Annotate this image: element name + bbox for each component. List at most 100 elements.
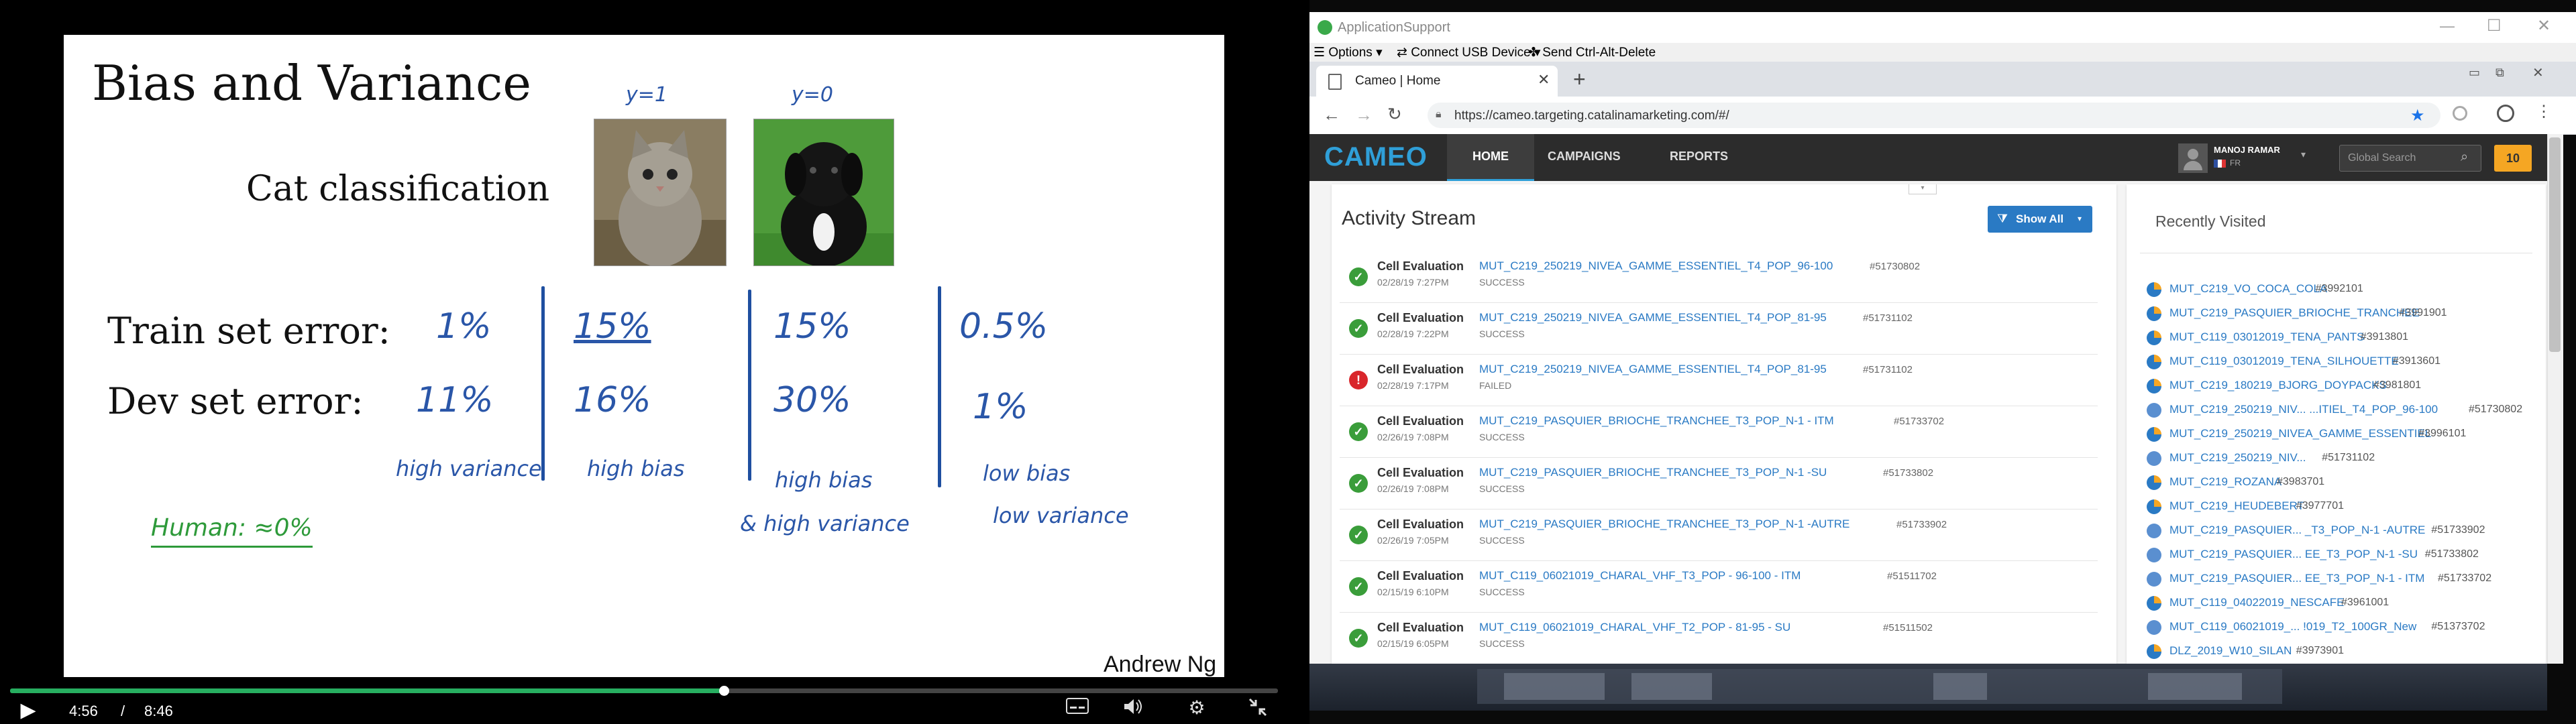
browser-menu-icon[interactable]: ⋮ [2536,102,2552,121]
nav-campaigns[interactable]: CAMPAIGNS [1548,149,1621,164]
reload-icon[interactable]: ↻ [1387,104,1402,125]
activity-date: 02/15/19 6:05PM [1377,638,1449,649]
user-avatar[interactable] [2178,143,2208,173]
recent-item-link[interactable]: MUT_C119_03012019_TENA_SILHOUETTE [2169,355,2399,368]
recent-item-link[interactable]: MUT_C219_PASQUIER... EE_T3_POP_N-1 -SU [2169,548,2418,561]
window-minimize-icon[interactable]: ▭ [2469,66,2480,80]
settings-gear-icon[interactable]: ⚙ [1183,697,1210,721]
volume-icon[interactable] [1120,697,1147,721]
back-icon[interactable]: ← [1323,105,1340,125]
scrollbar-thumb[interactable] [2549,137,2561,352]
recent-item-id: #51731102 [2322,452,2375,463]
user-name: MANOJ RAMAR [2214,145,2280,155]
activity-link[interactable]: MUT_C119_06021019_CHARAL_VHF_T2_POP - 81… [1479,621,1790,634]
recent-item-link[interactable]: MUT_C219_250219_NIV... ...ITIEL_T4_POP_9… [2169,403,2438,416]
extension-icon[interactable] [2453,106,2467,121]
activity-link[interactable]: MUT_C119_06021019_CHARAL_VHF_T3_POP - 96… [1479,569,1801,583]
progress-handle[interactable] [718,686,729,696]
label-y0: y=0 [792,83,833,107]
window-close-icon[interactable]: ✕ [2532,64,2544,81]
forward-icon[interactable]: → [1355,105,1373,125]
recent-item-link[interactable]: MUT_C219_HEUDEBERT [2169,499,2304,513]
recent-item-link[interactable]: MUT_C219_PASQUIER... EE_T3_POP_N-1 - ITM [2169,572,2424,585]
menu-ctrl-alt-delete[interactable]: ✤ Send Ctrl-Alt-Delete [1528,45,1656,60]
activity-row: ✓ Cell Evaluation MUT_C219_250219_NIVEA_GA… [1340,303,2098,355]
diagnosis-label: high bias [775,467,873,493]
show-all-button[interactable]: ⧩ Show All ▾ [1988,206,2092,233]
success-check-icon: ✓ [1349,267,1368,286]
recent-item-link[interactable]: MUT_C219_PASQUIER... _T3_POP_N-1 -AUTRE [2169,524,2425,537]
success-check-icon: ✓ [1349,577,1368,596]
recent-item-id: #51733902 [2431,524,2485,536]
nav-reports[interactable]: REPORTS [1670,149,1728,164]
activity-type: Cell Evaluation [1377,311,1464,324]
new-tab-icon[interactable]: + [1573,67,1586,92]
recent-item-link[interactable]: MUT_C219_250219_NIVEA_GAMME_ESSENTIEL [2169,427,2431,440]
minimize-icon[interactable]: — [2440,17,2455,35]
activity-date: 02/26/19 7:05PM [1377,535,1449,546]
exit-fullscreen-icon[interactable] [1244,697,1271,721]
row-label-dev: Dev set error: [107,380,364,422]
cell-blocked-icon [2147,548,2161,562]
window-restore-icon[interactable]: ⧉ [2496,66,2504,80]
nav-home[interactable]: HOME [1447,134,1534,181]
play-icon[interactable]: ▶ [15,699,42,723]
recent-item-link[interactable]: MUT_C219_VO_COCA_COLA [2169,282,2327,296]
campaign-pie-icon [2147,596,2161,611]
url-text: https://cameo.targeting.catalinamarketin… [1454,109,1729,123]
recent-item-link[interactable]: MUT_C219_180219_BJORG_DOYPACKS [2169,379,2387,392]
address-bar[interactable]: 🔒︎ https://cameo.targeting.catalinamarke… [1428,103,2440,128]
activity-row: ✓ Cell Evaluation MUT_C219_PASQUIER_BRIOCH… [1340,458,2098,509]
recent-item-link[interactable]: MUT_C119_04022019_NESCAFE [2169,596,2345,609]
column-divider [938,286,941,487]
recent-item-link[interactable]: MUT_C219_250219_NIV... [2169,451,2306,465]
app-menubar: ☰ Options ▾ ⇄ Connect USB Device ▾ ✤ Sen… [1309,43,2576,62]
activity-row: ✓ Cell Evaluation MUT_C219_PASQUIER_BRIOCH… [1340,509,2098,561]
recent-item-link[interactable]: DLZ_2019_W10_SILAN [2169,644,2292,658]
activity-type: Cell Evaluation [1377,363,1464,376]
cell-blocked-icon [2147,620,2161,635]
menu-usb[interactable]: ⇄ Connect USB Device ▾ [1397,45,1541,60]
close-icon[interactable]: ✕ [2537,16,2551,36]
activity-type: Cell Evaluation [1377,518,1464,531]
activity-link[interactable]: MUT_C219_PASQUIER_BRIOCHE_TRANCHEE_T3_PO… [1479,518,1849,531]
recent-item-link[interactable]: MUT_C119_06021019_... !019_T2_100GR_New [2169,620,2416,634]
activity-link[interactable]: MUT_C219_250219_NIVEA_GAMME_ESSENTIEL_T4… [1479,311,1827,324]
search-icon[interactable]: ⌕ [2461,149,2468,165]
browser-tab[interactable]: Cameo | Home ✕ [1316,66,1558,97]
cameo-logo: CAMEO [1324,142,1428,172]
activity-type: Cell Evaluation [1377,621,1464,634]
activity-link[interactable]: MUT_C219_PASQUIER_BRIOCHE_TRANCHEE_T3_PO… [1479,466,1827,479]
maximize-icon[interactable]: ☐ [2487,16,2502,36]
activity-type: Cell Evaluation [1377,569,1464,583]
dev-error-value: 16% [574,380,651,420]
activity-status: SUCCESS [1479,638,1525,649]
recent-item-link[interactable]: MUT_C219_PASQUIER_BRIOCHE_TRANCHEE [2169,306,2420,320]
collapse-chevron-icon[interactable]: ▾ [1909,184,1937,194]
activity-link[interactable]: MUT_C219_PASQUIER_BRIOCHE_TRANCHEE_T3_PO… [1479,414,1834,428]
cell-blocked-icon [2147,524,2161,538]
menu-options[interactable]: ☰ Options ▾ [1313,45,1383,60]
recent-item-link[interactable]: MUT_C219_ROZANA [2169,475,2282,489]
captions-icon[interactable] [1064,697,1091,721]
campaign-pie-icon [2147,499,2161,514]
recent-item-link[interactable]: MUT_C119_03012019_TENA_PANTS [2169,330,2364,344]
profile-icon[interactable] [2497,105,2514,122]
diagnosis-label-line2: & high variance [740,511,910,536]
activity-id: #51511702 [1887,570,1937,582]
tab-close-icon[interactable]: ✕ [1538,71,1550,88]
search-placeholder: Global Search [2348,152,2416,164]
activity-id: #51511502 [1883,622,1933,634]
activity-date: 02/26/19 7:08PM [1377,432,1449,442]
user-menu-chevron-icon[interactable]: ▾ [2301,149,2306,160]
activity-link[interactable]: MUT_C219_250219_NIVEA_GAMME_ESSENTIEL_T4… [1479,259,1833,273]
label-y1: y=1 [626,83,667,107]
cell-blocked-icon [2147,572,2161,587]
activity-date: 02/26/19 7:08PM [1377,483,1449,494]
recent-item-id: #3996101 [2418,428,2467,439]
bookmark-star-icon[interactable]: ★ [2410,106,2425,125]
global-search[interactable]: Global Search ⌕ [2339,145,2481,172]
activity-link[interactable]: MUT_C219_250219_NIVEA_GAMME_ESSENTIEL_T4… [1479,363,1827,376]
notification-badge[interactable]: 10 [2494,145,2532,172]
avatar-head [2188,149,2198,160]
